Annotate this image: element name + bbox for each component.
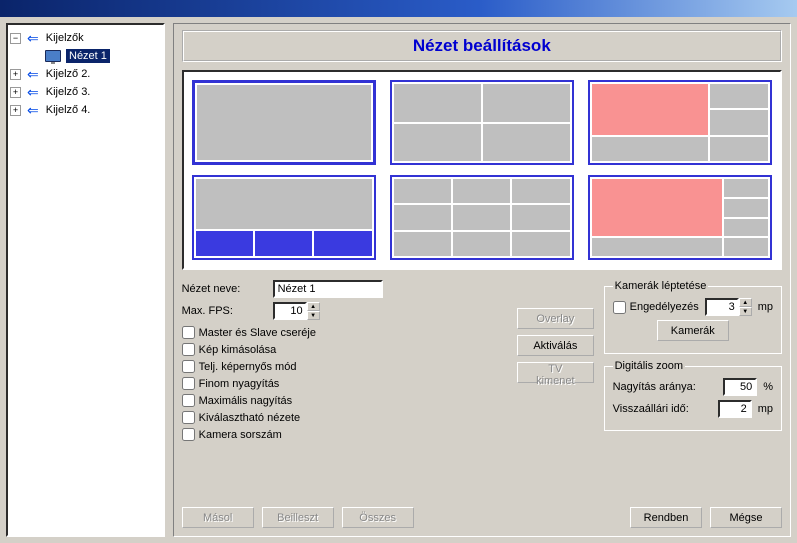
unit-label: mp [758,301,773,313]
max-fps-input[interactable] [273,302,307,320]
max-fps-label: Max. FPS: [182,305,267,317]
tree-label: Kijelző 2. [43,67,94,81]
titlebar [0,0,797,17]
content: − ⇐ Kijelzők Nézet 1 [0,17,797,543]
tv-output-button[interactable]: TV kimenet [517,362,594,383]
tree-label: Nézet 1 [66,49,110,63]
tree-label: Kijelző 4. [43,103,94,117]
spin-down-icon[interactable]: ▼ [739,307,752,316]
activate-button[interactable]: Aktiválás [517,335,594,356]
all-button[interactable]: Összes [342,507,414,528]
zoom-ratio-input[interactable] [723,378,757,396]
collapse-icon[interactable]: − [10,33,21,44]
check-master-slave[interactable]: Master és Slave cseréje [182,324,507,341]
view-name-input[interactable] [273,280,383,298]
expand-icon[interactable]: + [10,87,21,98]
check-max-zoom[interactable]: Maximális nagyítás [182,392,507,409]
max-fps-stepper[interactable]: ▲▼ [273,302,320,320]
check-camera-serial[interactable]: Kamera sorszám [182,426,507,443]
reset-time-input[interactable] [718,400,752,418]
layout-picker [182,70,782,270]
check-copy-image[interactable]: Kép kimásolása [182,341,507,358]
spin-down-icon[interactable]: ▼ [307,311,320,320]
expand-icon[interactable]: + [10,105,21,116]
tree-item-display-2[interactable]: + ⇐ Kijelző 2. [10,65,161,83]
group-legend: Digitális zoom [613,360,685,372]
layout-1x1[interactable] [192,80,376,165]
overlay-button[interactable]: Overlay [517,308,594,329]
spin-up-icon[interactable]: ▲ [739,298,752,307]
layout-1-plus-7[interactable] [588,175,772,260]
tree-item-display-4[interactable]: + ⇐ Kijelző 4. [10,101,161,119]
layout-3x3[interactable] [390,175,574,260]
check-fullscreen[interactable]: Telj. képernyős mód [182,358,507,375]
arrow-left-icon: ⇐ [27,67,39,81]
unit-label: % [763,381,773,393]
cancel-button[interactable]: Mégse [710,507,782,528]
monitor-icon [45,50,61,62]
arrow-left-icon: ⇐ [27,85,39,99]
tree-item-view-1[interactable]: Nézet 1 [28,47,161,65]
layout-1-plus-5[interactable] [588,80,772,165]
view-name-label: Nézet neve: [182,283,267,295]
arrow-left-icon: ⇐ [27,103,39,117]
form-area: Nézet neve: Max. FPS: ▲▼ Master és Slave… [182,280,782,443]
tree-label: Kijelzők [43,31,87,45]
reset-time-label: Visszaállári idő: [613,403,712,415]
tree-item-displays[interactable]: − ⇐ Kijelzők [10,29,161,47]
unit-label: mp [758,403,773,415]
expand-icon[interactable]: + [10,69,21,80]
copy-button[interactable]: Másol [182,507,254,528]
ok-button[interactable]: Rendben [630,507,702,528]
bottom-bar: Másol Beilleszt Összes Rendben Mégse [182,507,782,528]
tree-label: Kijelző 3. [43,85,94,99]
stepping-interval-input[interactable] [705,298,739,316]
digital-zoom-group: Digitális zoom Nagyítás aránya: % Vissza… [604,360,782,431]
paste-button[interactable]: Beilleszt [262,507,334,528]
check-fine-zoom[interactable]: Finom nyagyítás [182,375,507,392]
layout-2x2[interactable] [390,80,574,165]
check-selectable-view[interactable]: Kiválasztható nézete [182,409,507,426]
zoom-ratio-label: Nagyítás aránya: [613,381,718,393]
view-settings-panel: Nézet beállítások [173,23,791,537]
settings-window: − ⇐ Kijelzők Nézet 1 [0,0,797,543]
spin-up-icon[interactable]: ▲ [307,302,320,311]
tree-item-display-3[interactable]: + ⇐ Kijelző 3. [10,83,161,101]
enable-stepping-check[interactable]: Engedélyezés [613,299,699,316]
group-legend: Kamerák léptetése [613,280,709,292]
tree-panel: − ⇐ Kijelzők Nézet 1 [6,23,165,537]
layout-2x2-accent[interactable] [192,175,376,260]
cameras-button[interactable]: Kamerák [657,320,729,341]
stepping-interval-stepper[interactable]: ▲▼ [705,298,752,316]
camera-stepping-group: Kamerák léptetése Engedélyezés ▲▼ mp Kam… [604,280,782,354]
arrow-left-icon: ⇐ [27,31,39,45]
panel-title: Nézet beállítások [182,30,782,62]
